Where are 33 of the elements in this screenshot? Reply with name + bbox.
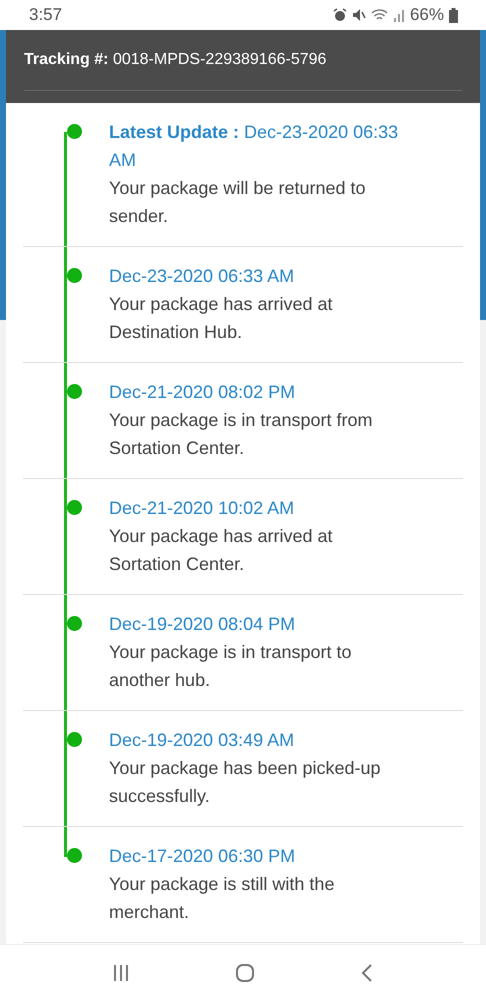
home-icon[interactable]: [234, 962, 255, 982]
timeline-dot: [67, 124, 82, 139]
event-message: Your package has been picked-up successfully.: [109, 757, 382, 808]
wifi-icon: [370, 8, 388, 22]
recent-apps-icon[interactable]: [112, 964, 130, 982]
event-message: Your package is still with the merchant.: [109, 873, 336, 924]
signal-icon: [392, 8, 405, 22]
mute-icon: [352, 8, 366, 22]
event-message: Your package is in transport to another hub.: [109, 641, 352, 692]
event-date: Dec-19-2020 08:04 PM: [109, 613, 296, 636]
tracking-label: Tracking #:: [24, 51, 108, 69]
event-message: Your package is in transport from Sortation Center.: [109, 409, 374, 460]
timeline-dot: [67, 500, 82, 515]
timeline-dot: [67, 848, 82, 863]
event-date: Dec-21-2020 10:02 AM: [109, 497, 296, 520]
tracking-number: 0018-MPDS-229389166-5796: [112, 51, 326, 69]
event-date: Latest Update : Dec-23-2020 06:33 AM: [109, 121, 399, 172]
event-date: Dec-17-2020 06:30 PM: [109, 845, 296, 868]
timeline-dot: [67, 268, 82, 283]
timeline-dot: [67, 732, 82, 747]
event-date: Dec-19-2020 03:49 AM: [109, 729, 296, 752]
battery-percent: 66%: [410, 5, 444, 25]
timeline-dot: [67, 616, 82, 631]
event-message: Your package has arrived at Sortation Center.: [109, 525, 334, 576]
event-message: Your package has arrived at Destination Hub.: [109, 293, 334, 344]
event-date: Dec-23-2020 06:33 AM: [109, 265, 296, 288]
timeline-dot: [67, 384, 82, 399]
event-date: Dec-21-2020 08:02 PM: [109, 381, 296, 404]
clock-time: 3:57: [29, 5, 62, 25]
event-message: Your package will be returned to sender.: [109, 177, 366, 228]
battery-icon: [449, 8, 458, 22]
alarm-icon: [332, 8, 347, 22]
back-icon[interactable]: [360, 962, 374, 982]
